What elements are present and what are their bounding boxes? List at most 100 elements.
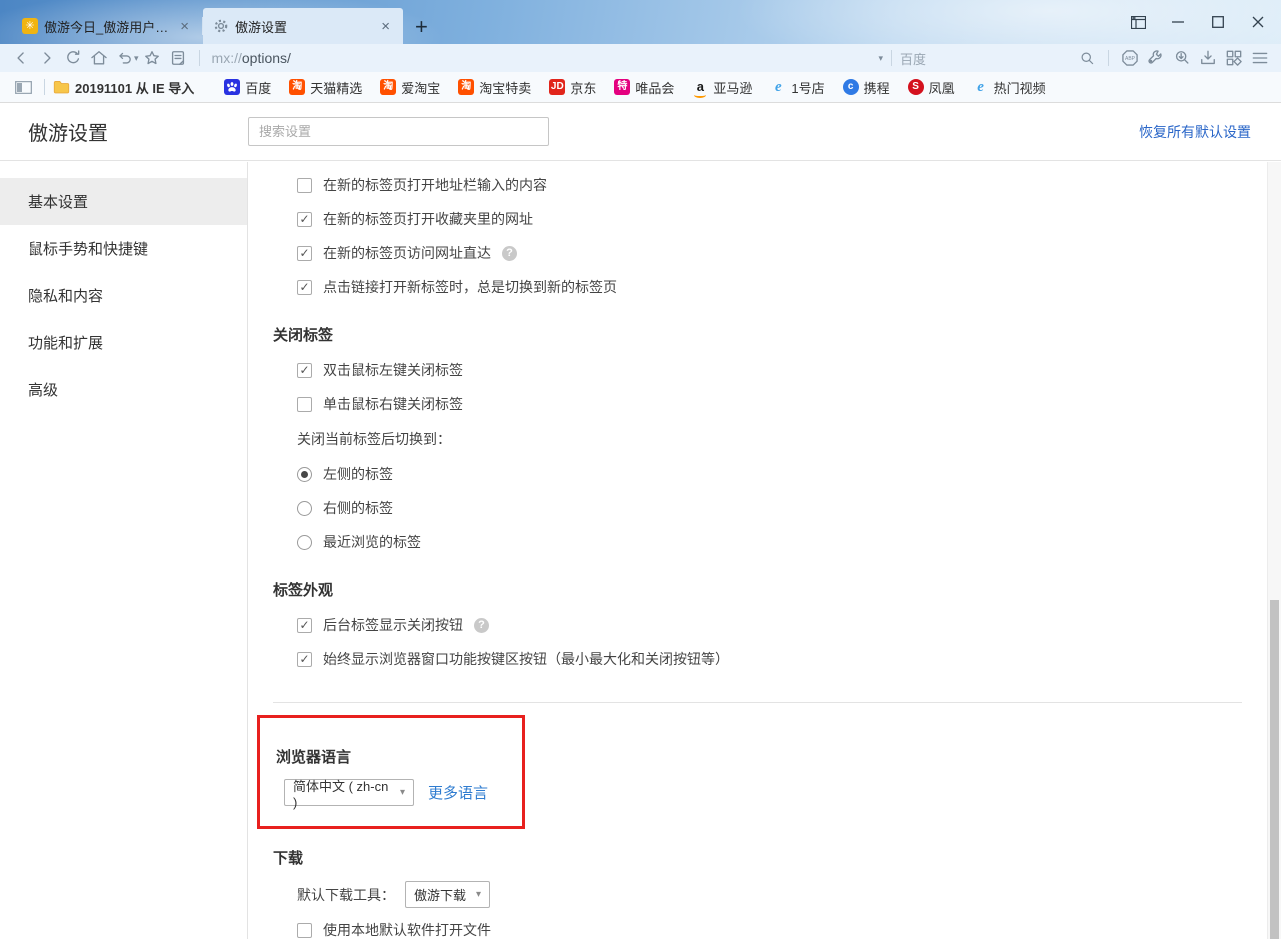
menu-hamburger-icon[interactable] [1247, 47, 1273, 69]
bookmark-item-0[interactable]: 百度 [224, 78, 271, 97]
tab-close-icon[interactable]: × [378, 18, 393, 35]
resource-sniffer-icon[interactable] [1169, 47, 1195, 69]
bookmark-label: 百度 [245, 78, 271, 97]
bookmark-label: 爱淘宝 [401, 78, 440, 97]
window-layout-icon[interactable] [1123, 8, 1153, 36]
bookmark-item-9[interactable]: S凤凰 [908, 78, 955, 97]
sidebar-item-3[interactable]: 功能和扩展 [0, 319, 247, 366]
checkbox[interactable] [297, 363, 312, 378]
more-languages-link[interactable]: 更多语言 [428, 782, 488, 803]
option-label: 在新的标签页打开收藏夹里的网址 [323, 209, 533, 229]
option-row-1: 在新的标签页打开收藏夹里的网址 [273, 202, 1266, 236]
search-icon[interactable] [1074, 47, 1100, 69]
baidu-paw-icon [224, 79, 240, 95]
checkbox[interactable] [297, 652, 312, 667]
restore-defaults-link[interactable]: 恢复所有默认设置 [1139, 122, 1251, 142]
favorite-star-icon[interactable] [139, 47, 165, 69]
bookmark-label: 凤凰 [929, 78, 955, 97]
svg-text:ABP: ABP [1125, 56, 1136, 62]
checkbox[interactable] [297, 212, 312, 227]
bookmark-folder-label: 20191101 从 IE 导入 [75, 78, 194, 97]
checkbox[interactable] [297, 618, 312, 633]
settings-search-input[interactable] [248, 117, 549, 146]
sidebar-item-2[interactable]: 隐私和内容 [0, 272, 247, 319]
bookmark-label: 1号店 [791, 78, 824, 97]
minimize-button[interactable] [1163, 8, 1193, 36]
help-icon[interactable]: ? [502, 246, 517, 261]
url-display[interactable]: mx://options/ [212, 50, 291, 66]
page-scrollbar[interactable] [1267, 162, 1281, 939]
refresh-icon[interactable] [60, 47, 86, 69]
bookmark-folder[interactable]: 20191101 从 IE 导入 [53, 78, 194, 97]
bookmark-item-5[interactable]: 特唯品会 [614, 78, 674, 97]
bookmark-item-3[interactable]: 淘淘宝特卖 [458, 78, 531, 97]
bookmarks-separator [44, 79, 45, 95]
bookmarks-bar: 20191101 从 IE 导入 百度淘天猫精选淘爱淘宝淘淘宝特卖JD京东特唯品… [0, 72, 1281, 103]
tab-settings[interactable]: 傲游设置 × [203, 8, 403, 44]
bookmark-item-8[interactable]: c携程 [843, 78, 890, 97]
forward-icon[interactable] [34, 47, 60, 69]
vip-icon: 特 [614, 79, 630, 95]
bookmark-label: 天猫精选 [310, 78, 362, 97]
language-select-value: 简体中文 ( zh-cn ) [293, 776, 390, 810]
checkbox[interactable] [297, 246, 312, 261]
url-dropdown-icon[interactable]: ▾ [878, 53, 883, 64]
option-group-label: 关闭当前标签后切换到： [273, 421, 1266, 457]
tab-title: 傲游今日_傲游用户专属的网 [44, 17, 171, 36]
settings-body: 基本设置鼠标手势和快捷键隐私和内容功能和扩展高级 在新的标签页打开地址栏输入的内… [0, 162, 1281, 939]
radio-button[interactable] [297, 535, 312, 550]
radio-button[interactable] [297, 501, 312, 516]
bookmark-item-4[interactable]: JD京东 [549, 78, 596, 97]
open-with-local-row: 使用本地默认软件打开文件 [273, 913, 1266, 939]
checkbox[interactable] [297, 178, 312, 193]
bookmark-label: 亚马逊 [713, 78, 752, 97]
open-with-local-checkbox[interactable] [297, 923, 312, 938]
tools-wrench-icon[interactable] [1143, 47, 1169, 69]
search-bar[interactable]: 百度 [900, 47, 1100, 69]
back-icon[interactable] [8, 47, 34, 69]
radio-button[interactable] [297, 467, 312, 482]
option-label: 后台标签显示关闭按钮 [323, 615, 463, 635]
bookmark-item-1[interactable]: 淘天猫精选 [289, 78, 362, 97]
checkbox[interactable] [297, 280, 312, 295]
tab-maxthon-today[interactable]: ✳ 傲游今日_傲游用户专属的网 × [12, 8, 202, 44]
option-row-2: 在新的标签页访问网址直达? [273, 236, 1266, 270]
maximize-button[interactable] [1203, 8, 1233, 36]
option-row-12: 后台标签显示关闭按钮? [273, 608, 1266, 642]
sidebar-item-4[interactable]: 高级 [0, 366, 247, 413]
sidebar-item-0[interactable]: 基本设置 [0, 178, 247, 225]
home-icon[interactable] [86, 47, 112, 69]
scrollbar-thumb[interactable] [1270, 600, 1279, 939]
sidebar-item-1[interactable]: 鼠标手势和快捷键 [0, 225, 247, 272]
option-label: 单击鼠标右键关闭标签 [323, 394, 463, 414]
new-tab-button[interactable]: + [415, 16, 428, 38]
toolbar-separator [1108, 50, 1109, 66]
taobao-icon: 淘 [458, 79, 474, 95]
help-icon[interactable]: ? [474, 618, 489, 633]
download-tool-select[interactable]: 傲游下载 ▾ [405, 881, 490, 908]
checkbox[interactable] [297, 397, 312, 412]
option-row-9: 右侧的标签 [273, 491, 1266, 525]
language-highlight-box: 浏览器语言 简体中文 ( zh-cn ) ▾ 更多语言 [257, 715, 525, 829]
bookmark-label: 携程 [864, 78, 890, 97]
tab-title: 傲游设置 [235, 17, 372, 36]
url-path: options/ [242, 50, 291, 66]
bookmark-item-10[interactable]: e 热门视频 [973, 78, 1046, 97]
jd-icon: JD [549, 79, 565, 95]
search-engine-placeholder: 百度 [900, 49, 1074, 68]
taobao-icon: 淘 [380, 79, 396, 95]
bookmark-item-2[interactable]: 淘爱淘宝 [380, 78, 440, 97]
language-select[interactable]: 简体中文 ( zh-cn ) ▾ [284, 779, 414, 806]
close-button[interactable] [1243, 8, 1273, 36]
sidebar-toggle-icon[interactable] [10, 76, 36, 98]
reading-list-icon[interactable] [165, 47, 191, 69]
tab-close-icon[interactable]: × [177, 18, 192, 35]
ie-icon: e [973, 79, 989, 95]
bookmark-item-6[interactable]: a亚马逊 [692, 78, 752, 97]
bookmark-item-7[interactable]: e1号店 [770, 78, 824, 97]
apps-grid-icon[interactable] [1221, 47, 1247, 69]
adblock-icon[interactable]: ABP [1117, 47, 1143, 69]
bookmark-label: 热门视频 [994, 78, 1046, 97]
download-manager-icon[interactable] [1195, 47, 1221, 69]
language-section-heading: 浏览器语言 [276, 746, 506, 767]
